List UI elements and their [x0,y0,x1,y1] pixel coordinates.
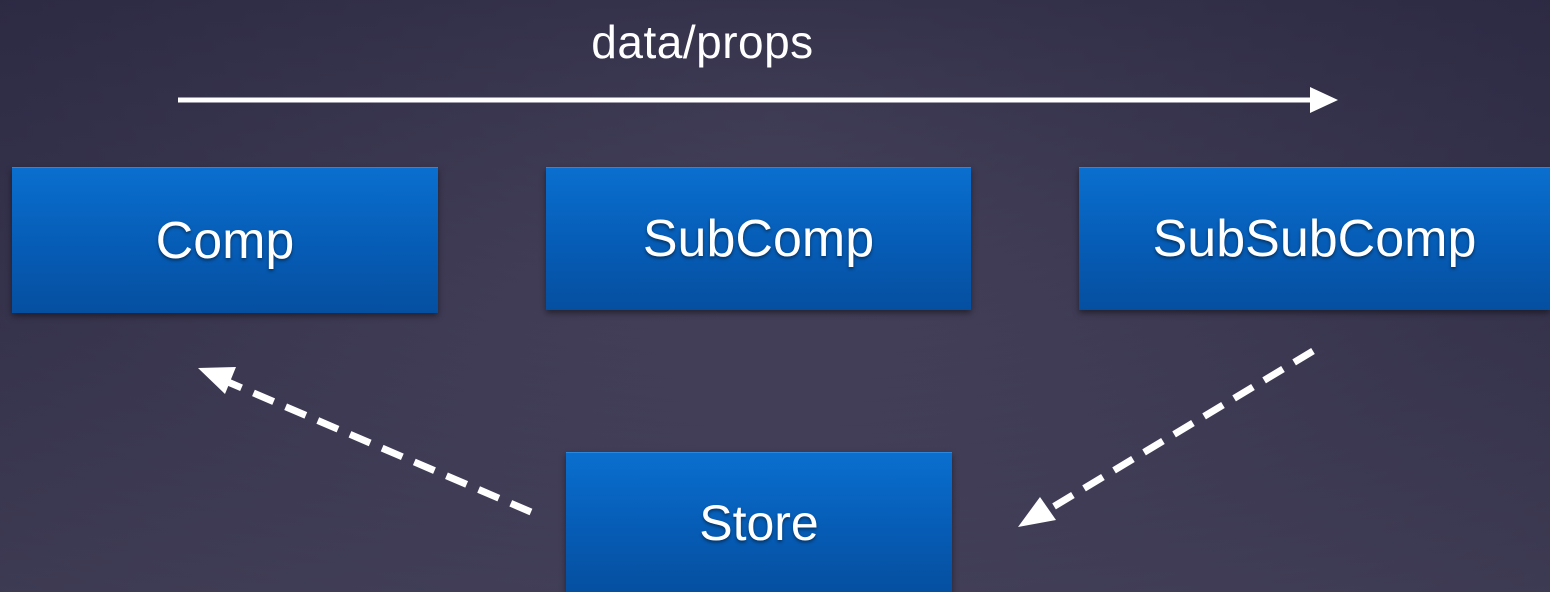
store-to-comp-arrowhead [198,367,236,394]
node-subcomp: SubComp [546,167,971,310]
node-subsubcomp-label: SubSubComp [1152,210,1477,268]
node-comp: Comp [12,167,438,313]
data-props-arrowhead [1310,87,1338,113]
node-store: Store [566,452,952,592]
subsubcomp-to-store-arrow [1046,347,1315,514]
node-comp-label: Comp [155,211,295,270]
subsubcomp-to-store-arrowhead [1018,497,1056,527]
node-subcomp-label: SubComp [642,210,875,268]
node-subsubcomp: SubSubComp [1079,167,1550,310]
node-store-label: Store [699,494,819,551]
store-to-comp-arrow [226,378,533,516]
